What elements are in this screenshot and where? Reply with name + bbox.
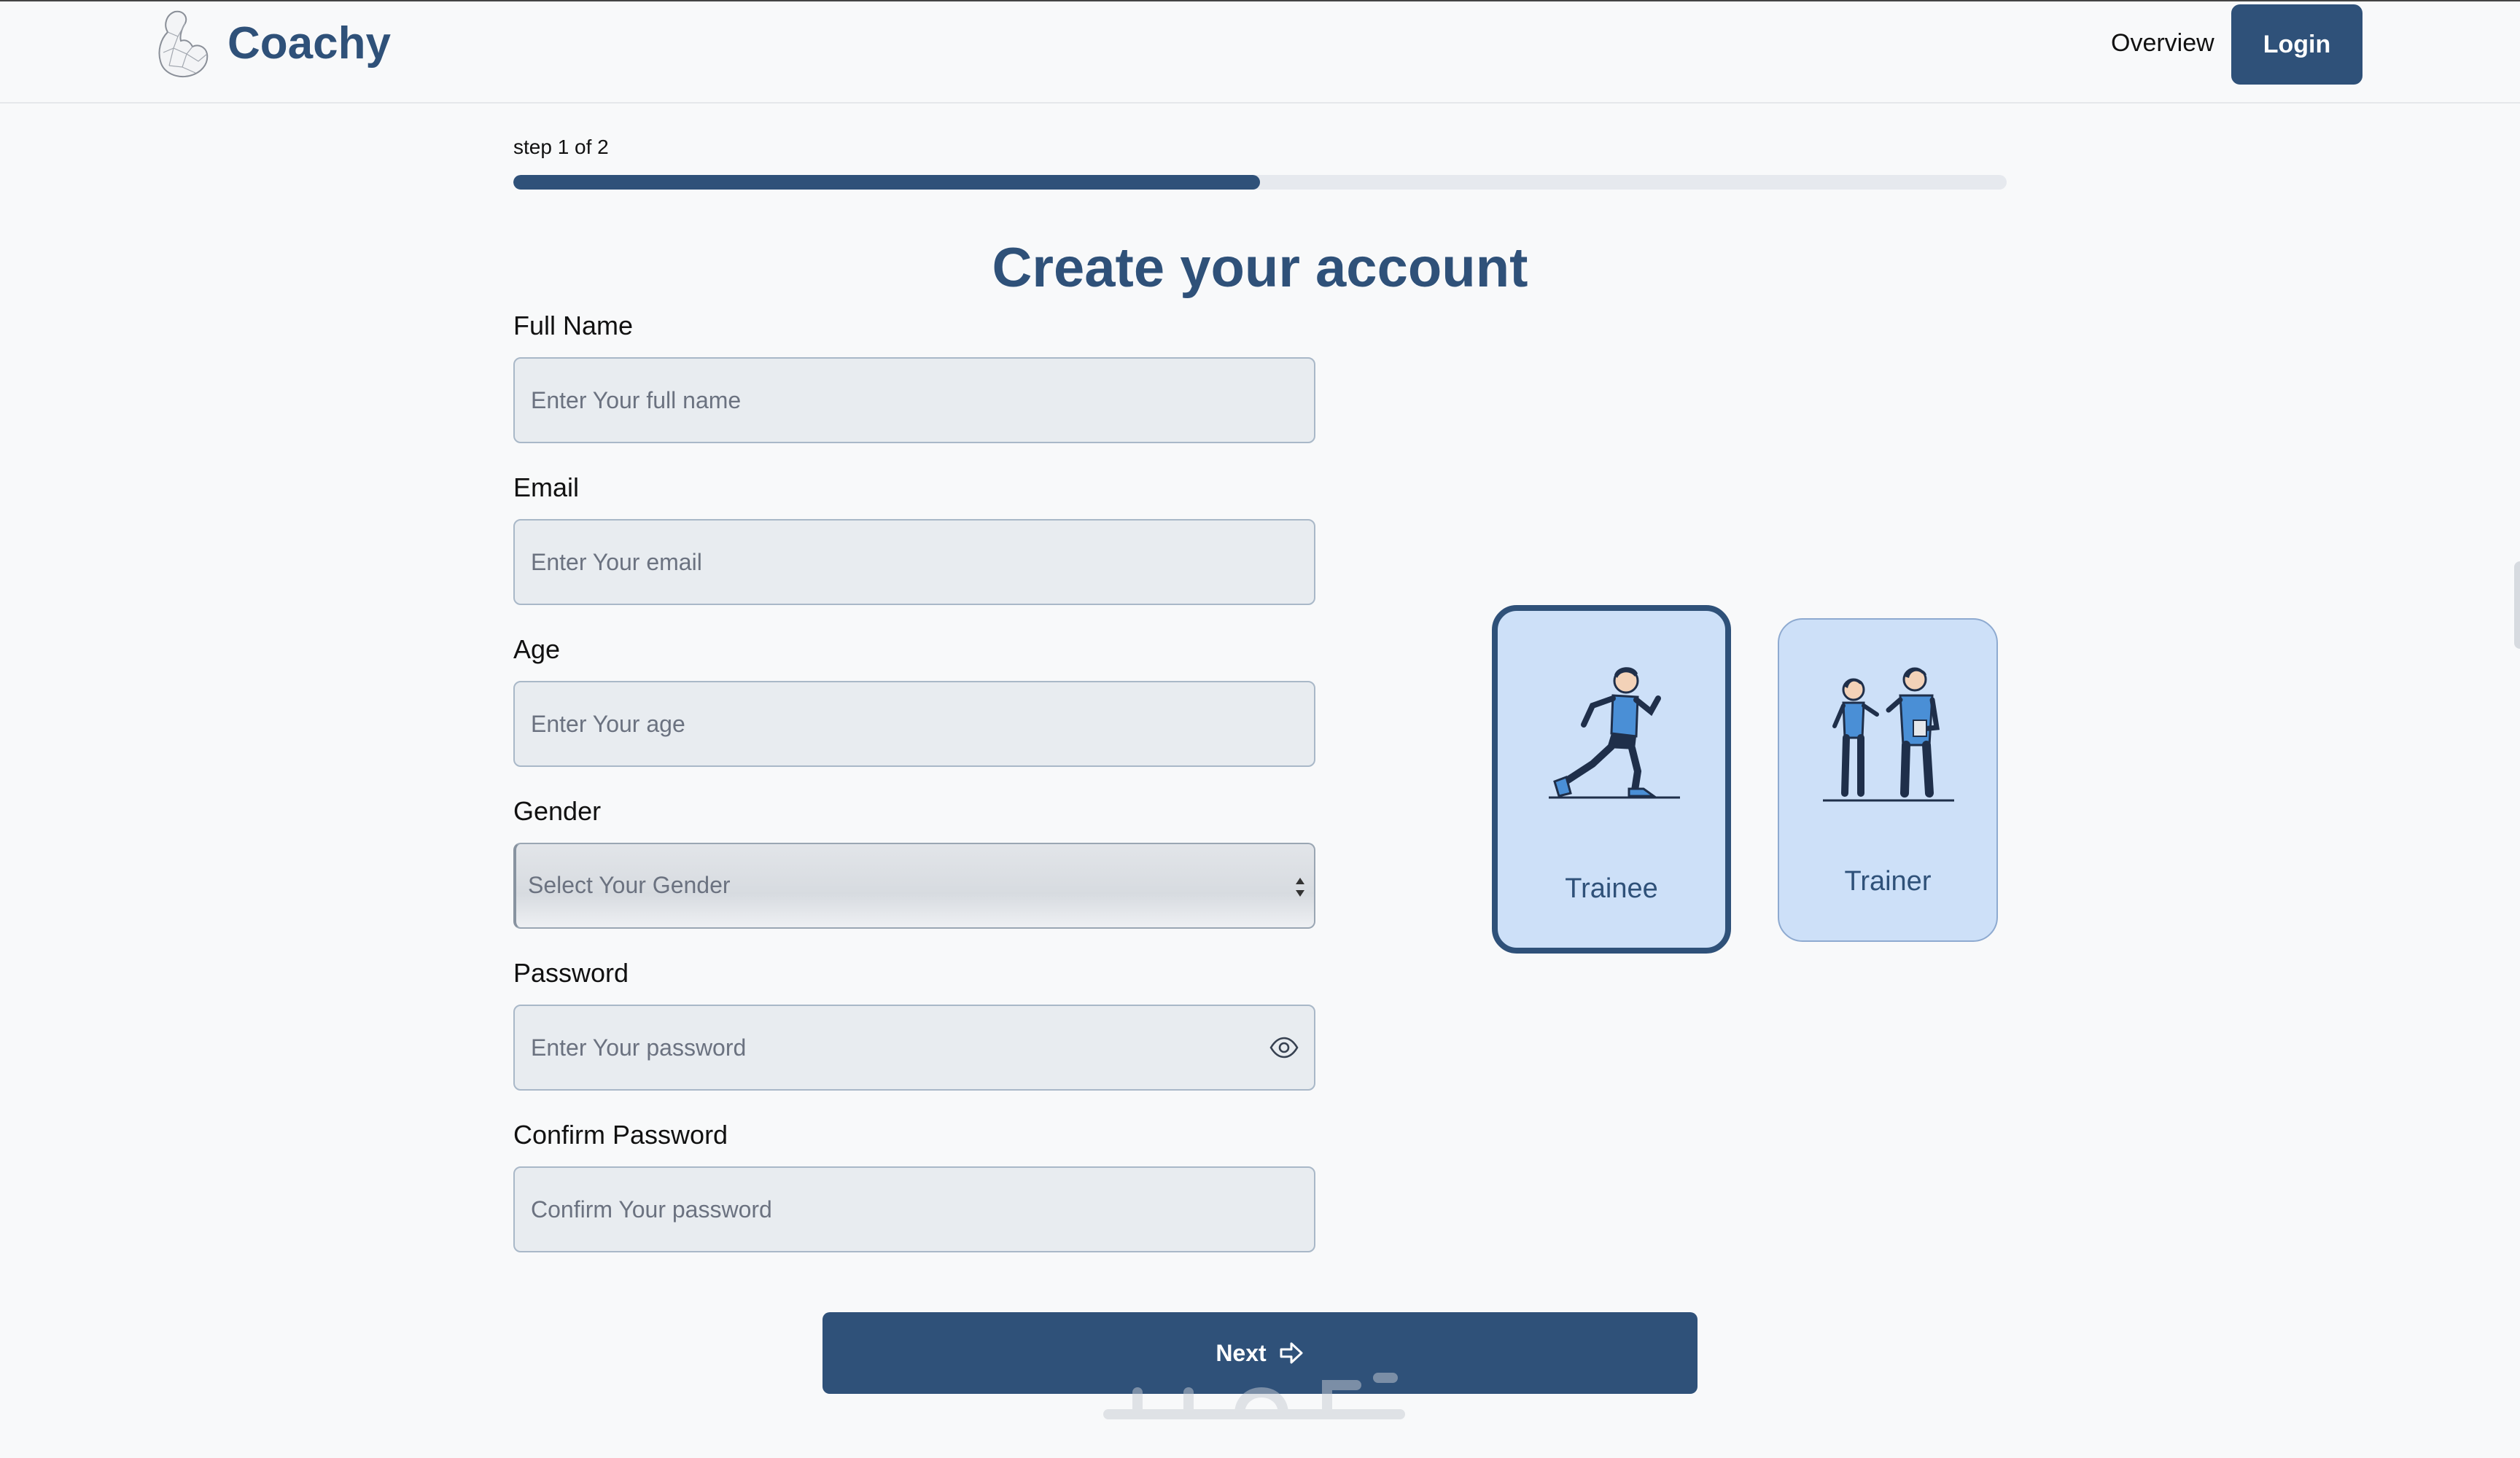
password-input[interactable]: [515, 1006, 1314, 1089]
role-card-trainer[interactable]: Trainer: [1778, 618, 1998, 942]
password-field: [513, 1005, 1315, 1091]
full-name-field: [513, 357, 1315, 443]
brand-name[interactable]: Coachy: [228, 17, 391, 69]
email-label: Email: [513, 472, 580, 502]
select-arrows-icon: [1296, 878, 1304, 897]
coach-icon: [1823, 667, 1954, 802]
side-edge-tab: [2514, 561, 2520, 649]
email-input[interactable]: [515, 521, 1314, 604]
top-navbar: Coachy Overview Login: [0, 1, 2520, 104]
progress-bar-fill: [513, 175, 1260, 190]
login-button[interactable]: Login: [2231, 4, 2362, 85]
confirm-password-input[interactable]: [515, 1168, 1314, 1251]
eye-icon[interactable]: [1269, 1032, 1299, 1063]
age-label: Age: [513, 634, 561, 664]
confirm-password-field: [513, 1166, 1315, 1252]
flexed-arm-logo-icon: [158, 10, 209, 77]
gender-label: Gender: [513, 796, 602, 826]
role-card-trainee[interactable]: Trainee: [1492, 605, 1731, 954]
progress-bar: [513, 175, 2007, 190]
nav-link-overview[interactable]: Overview: [2111, 29, 2214, 58]
page-title: Create your account: [992, 237, 1528, 299]
role-label-trainer: Trainer: [1844, 866, 1932, 897]
email-field: [513, 519, 1315, 605]
age-field: [513, 681, 1315, 767]
password-label: Password: [513, 958, 629, 988]
watermark-logo-icon: [1103, 1373, 1405, 1419]
gender-select[interactable]: Select Your Gender: [513, 843, 1315, 929]
step-indicator: step 1 of 2: [513, 136, 609, 158]
full-name-label: Full Name: [513, 311, 634, 340]
confirm-password-label: Confirm Password: [513, 1120, 728, 1150]
role-label-trainee: Trainee: [1565, 873, 1658, 904]
gender-select-value: Select Your Gender: [528, 872, 731, 898]
full-name-input[interactable]: [515, 359, 1314, 442]
age-input[interactable]: [515, 682, 1314, 765]
runner-icon: [1549, 667, 1680, 799]
